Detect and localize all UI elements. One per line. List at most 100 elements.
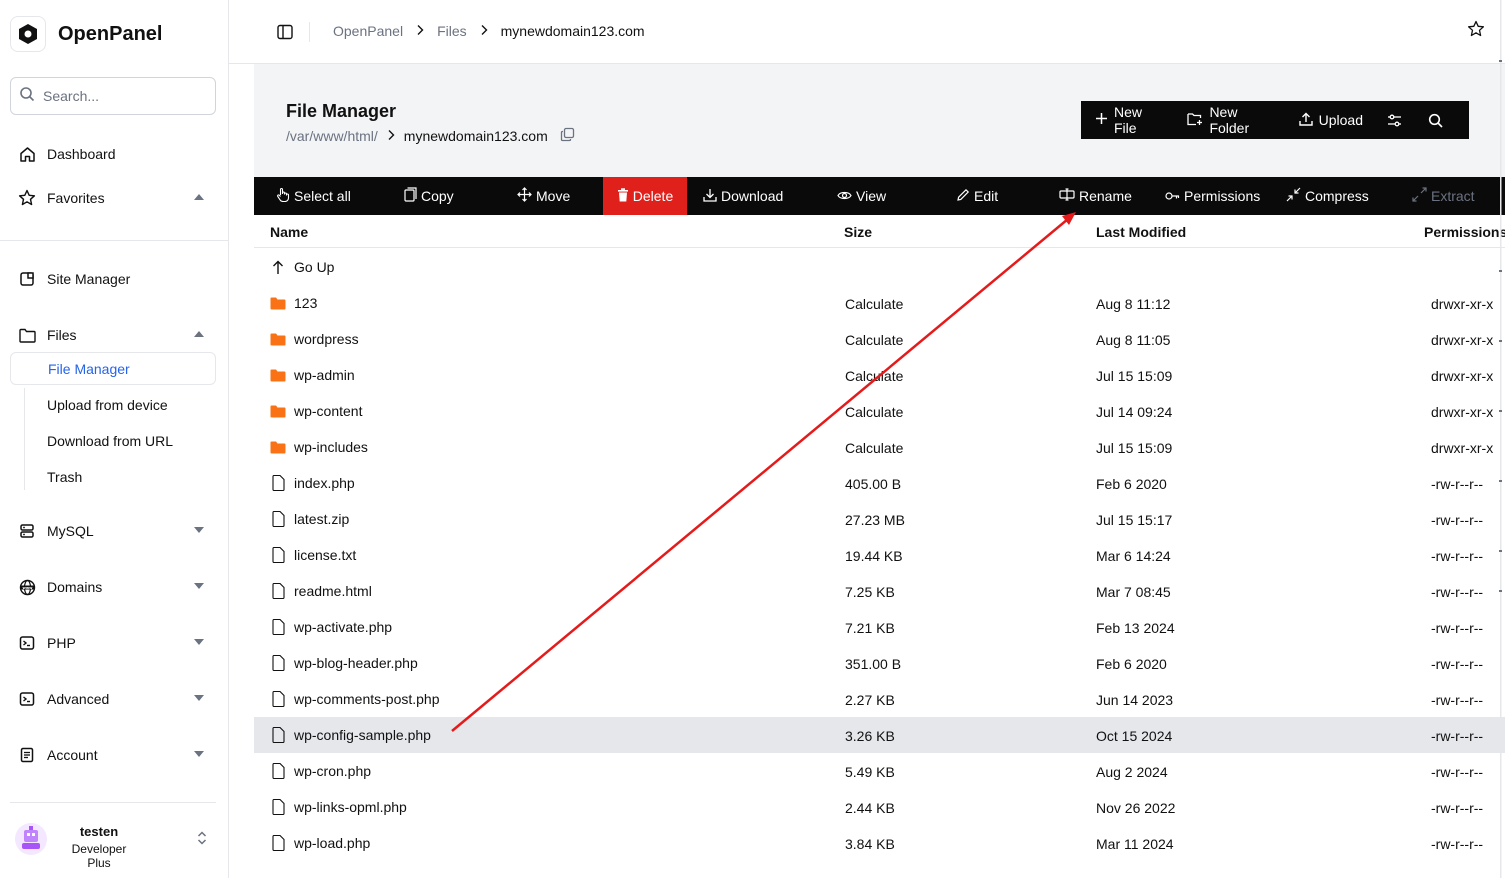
file-modified: Jul 14 09:24 bbox=[1096, 404, 1173, 420]
sidebar-item-dashboard[interactable]: Dashboard bbox=[10, 137, 216, 171]
upload-button[interactable]: Upload bbox=[1298, 112, 1363, 129]
file-name-cell[interactable]: license.txt bbox=[270, 537, 356, 573]
download-button[interactable]: Download bbox=[703, 177, 783, 215]
scrollbar[interactable] bbox=[1497, 0, 1505, 878]
table-row[interactable]: wp-links-opml.php 2.44 KB Nov 26 2022 -rw-r… bbox=[254, 789, 1505, 825]
table-row[interactable]: wp-cron.php 5.49 KB Aug 2 2024 -rw-r--r-- bbox=[254, 753, 1505, 789]
file-size[interactable]: Calculate bbox=[845, 332, 903, 348]
file-size[interactable]: Calculate bbox=[845, 368, 903, 384]
file-name: wp-content bbox=[294, 403, 363, 419]
breadcrumb-files[interactable]: Files bbox=[437, 23, 467, 39]
file-name-cell[interactable]: wp-comments-post.php bbox=[270, 681, 440, 717]
table-row[interactable]: wp-load.php 3.84 KB Mar 11 2024 -rw-r--r-- bbox=[254, 825, 1505, 861]
table-row[interactable]: wp-blog-header.php 351.00 B Feb 6 2020 -rw-… bbox=[254, 645, 1505, 681]
file-name-cell[interactable]: readme.html bbox=[270, 573, 372, 609]
table-row[interactable]: wp-comments-post.php 2.27 KB Jun 14 2023 -r… bbox=[254, 681, 1505, 717]
file-name-cell[interactable]: index.php bbox=[270, 465, 355, 501]
extract-button[interactable]: Extract bbox=[1412, 177, 1475, 215]
copy-button[interactable]: Copy bbox=[404, 177, 454, 215]
file-name-cell[interactable]: wordpress bbox=[270, 321, 359, 357]
sidebar-subitem-download-from-url[interactable]: Download from URL bbox=[36, 426, 216, 456]
breadcrumb-openpanel[interactable]: OpenPanel bbox=[333, 23, 403, 39]
column-header-size[interactable]: Size bbox=[844, 224, 872, 240]
table-row[interactable]: wp-includes Calculate Jul 15 15:09 drwxr-xr… bbox=[254, 429, 1505, 465]
search-input[interactable] bbox=[43, 88, 193, 104]
sidebar-item-account[interactable]: Account bbox=[10, 738, 216, 772]
file-name-cell[interactable]: wp-content bbox=[270, 393, 362, 429]
sidebar-item-domains[interactable]: www Domains bbox=[10, 570, 216, 604]
svg-text:www: www bbox=[22, 585, 33, 589]
table-row[interactable]: wp-activate.php 7.21 KB Feb 13 2024 -rw-r--… bbox=[254, 609, 1505, 645]
edit-label: Edit bbox=[974, 188, 999, 204]
copy-path-icon[interactable] bbox=[560, 127, 575, 145]
brand[interactable]: OpenPanel bbox=[10, 16, 162, 52]
file-name-cell[interactable]: wp-config-sample.php bbox=[270, 717, 431, 753]
sidebar-subitem-upload-from-device[interactable]: Upload from device bbox=[36, 390, 216, 420]
select-all-button[interactable]: Select all bbox=[276, 177, 351, 215]
permissions-button[interactable]: Permissions bbox=[1165, 177, 1260, 215]
table-row[interactable]: readme.html 7.25 KB Mar 7 08:45 -rw-r--r-- bbox=[254, 573, 1505, 609]
table-row[interactable]: wp-content Calculate Jul 14 09:24 drwxr-xr-… bbox=[254, 393, 1505, 429]
table-row[interactable]: latest.zip 27.23 MB Jul 15 15:17 -rw-r--r-- bbox=[254, 501, 1505, 537]
file-name-cell[interactable]: 123 bbox=[270, 285, 317, 321]
sidebar-item-label: Dashboard bbox=[47, 146, 116, 162]
user-menu[interactable]: testen Developer Plus bbox=[0, 802, 229, 878]
path-current: mynewdomain123.com bbox=[403, 128, 548, 144]
file-name-cell[interactable]: wp-admin bbox=[270, 357, 355, 393]
file-name-cell[interactable]: wp-includes bbox=[270, 429, 368, 465]
table-row[interactable]: wordpress Calculate Aug 8 11:05 drwxr-xr-x bbox=[254, 321, 1505, 357]
column-header-name[interactable]: Name bbox=[270, 224, 308, 240]
file-name-cell[interactable]: wp-activate.php bbox=[270, 609, 392, 645]
file-size[interactable]: Calculate bbox=[845, 296, 903, 312]
move-label: Move bbox=[536, 188, 571, 204]
file-name-cell[interactable]: latest.zip bbox=[270, 501, 349, 537]
new-folder-button[interactable]: New Folder bbox=[1187, 104, 1274, 136]
column-header-last-modified[interactable]: Last Modified bbox=[1096, 224, 1186, 240]
download-icon bbox=[703, 188, 717, 205]
edit-button[interactable]: Edit bbox=[956, 177, 998, 215]
file-name-cell[interactable]: wp-load.php bbox=[270, 825, 370, 861]
delete-button[interactable]: Delete bbox=[603, 177, 687, 215]
sidebar-subitem-trash[interactable]: Trash bbox=[36, 462, 216, 492]
go-up-row[interactable]: Go Up bbox=[254, 249, 1505, 285]
table-row[interactable]: 123 Calculate Aug 8 11:12 drwxr-xr-x bbox=[254, 285, 1505, 321]
move-button[interactable]: Move bbox=[517, 177, 570, 215]
sidebar-item-label: PHP bbox=[47, 635, 76, 651]
sidebar-subitem-file-manager[interactable]: File Manager bbox=[10, 352, 216, 385]
go-up[interactable]: Go Up bbox=[270, 249, 334, 285]
view-button[interactable]: View bbox=[837, 177, 886, 215]
file-name-cell[interactable]: wp-blog-header.php bbox=[270, 645, 418, 681]
sidebar-item-files[interactable]: Files bbox=[10, 318, 216, 352]
table-row[interactable]: wp-config-sample.php 3.26 KB Oct 15 2024 -r… bbox=[254, 717, 1505, 753]
sidebar-item-advanced[interactable]: Advanced bbox=[10, 682, 216, 716]
file-permissions: -rw-r--r-- bbox=[1431, 620, 1484, 636]
file-name-cell[interactable]: wp-cron.php bbox=[270, 753, 371, 789]
search-icon[interactable] bbox=[1428, 113, 1443, 128]
table-row[interactable]: wp-admin Calculate Jul 15 15:09 drwxr-xr-x bbox=[254, 357, 1505, 393]
sidebar-item-site-manager[interactable]: Site Manager bbox=[10, 262, 216, 296]
rename-button[interactable]: Rename bbox=[1059, 177, 1132, 215]
file-name-cell[interactable]: wp-links-opml.php bbox=[270, 789, 407, 825]
favorite-star-icon[interactable] bbox=[1467, 20, 1485, 43]
star-icon bbox=[18, 189, 36, 207]
sidebar-toggle-icon[interactable] bbox=[277, 24, 293, 45]
path-root[interactable]: /var/www/html/ bbox=[286, 128, 378, 144]
sidebar-item-mysql[interactable]: MySQL bbox=[10, 514, 216, 548]
sidebar-item-favorites[interactable]: Favorites bbox=[10, 181, 216, 215]
file-icon bbox=[270, 655, 286, 671]
table-row[interactable]: index.php 405.00 B Feb 6 2020 -rw-r--r-- bbox=[254, 465, 1505, 501]
file-modified: Aug 8 11:05 bbox=[1096, 332, 1171, 348]
current-path: /var/www/html/ mynewdomain123.com bbox=[286, 127, 575, 145]
sidebar-item-php[interactable]: PHP bbox=[10, 626, 216, 660]
table-row[interactable]: license.txt 19.44 KB Mar 6 14:24 -rw-r--r-- bbox=[254, 537, 1505, 573]
chevron-up-down-icon[interactable] bbox=[196, 830, 208, 851]
file-size[interactable]: Calculate bbox=[845, 440, 903, 456]
compress-button[interactable]: Compress bbox=[1286, 177, 1369, 215]
column-header-permissions[interactable]: Permissions bbox=[1424, 224, 1505, 240]
settings-sliders-icon[interactable] bbox=[1387, 114, 1402, 127]
upload-icon bbox=[1298, 112, 1313, 129]
breadcrumb-current: mynewdomain123.com bbox=[500, 23, 645, 39]
search-box[interactable] bbox=[10, 77, 216, 115]
new-file-button[interactable]: New File bbox=[1095, 104, 1163, 136]
file-size[interactable]: Calculate bbox=[845, 404, 903, 420]
